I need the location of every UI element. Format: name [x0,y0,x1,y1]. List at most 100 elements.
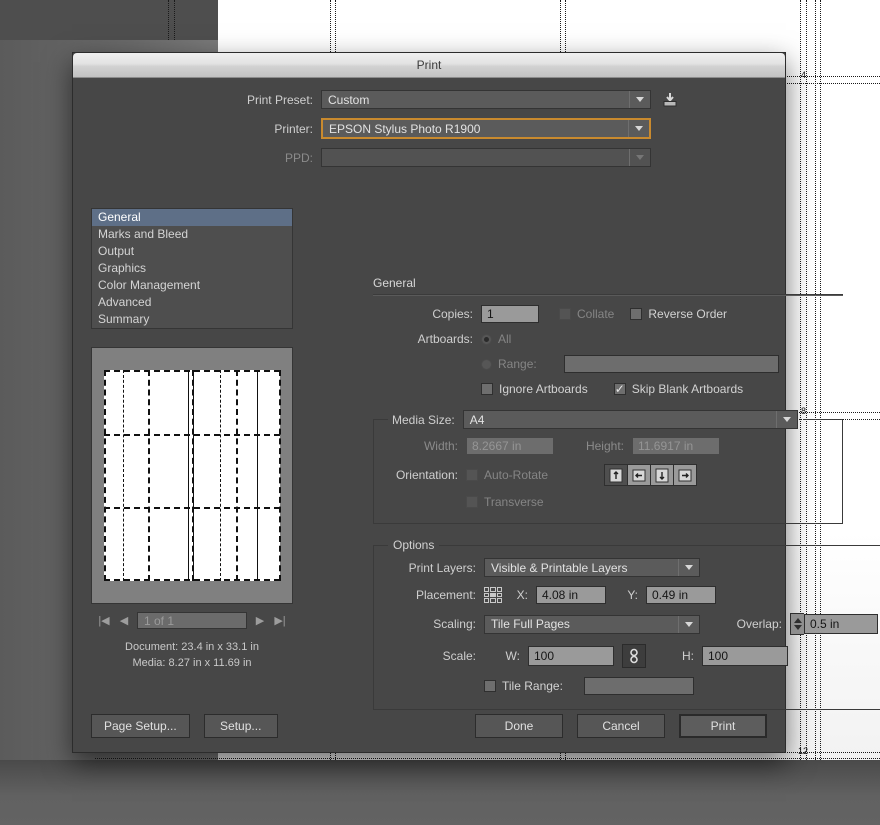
canvas-top-panel [0,0,218,40]
media-width-label: Width: [423,439,458,453]
printer-settings-area: Print Preset: Custom Printer: EPSON Styl… [73,78,785,167]
prev-page-icon[interactable]: ◀ [117,614,131,627]
overlap-label: Overlap: [736,617,782,631]
print-preview[interactable] [91,347,293,604]
scale-label: Scale: [442,649,476,663]
ignore-artboards-label: Ignore Artboards [499,382,588,396]
auto-rotate-checkbox [466,469,478,481]
media-size-value: A4 [469,412,485,427]
print-dialog: Print Print Preset: Custom Printer: EPSO… [72,52,880,753]
last-page-icon[interactable]: ▶| [273,614,287,627]
landscape-right-icon[interactable] [674,465,697,485]
canvas-bottom-shade [0,760,880,825]
scale-h-input[interactable]: 100 [702,646,788,666]
reverse-order-checkbox[interactable] [630,308,643,320]
print-preset-select[interactable]: Custom [321,90,651,109]
copies-label: Copies: [432,307,473,321]
print-preset-label: Print Preset: [246,92,313,107]
page-number-field[interactable]: 1 of 1 [137,612,247,629]
link-chain-icon[interactable] [622,644,646,668]
auto-rotate-label: Auto-Rotate [484,468,549,482]
tile-guide-v [168,0,169,40]
artboards-all-radio [481,333,492,345]
transverse-checkbox [466,496,478,508]
collate-label: Collate [577,307,615,321]
scale-w-input[interactable]: 100 [528,646,614,666]
page-setup-button[interactable]: Page Setup... [91,714,190,738]
first-page-icon[interactable]: |◀ [97,614,111,627]
skip-blank-artboards-checkbox[interactable]: ✓ [613,383,626,395]
artboards-range-label: Range: [498,357,537,371]
portrait-down-icon[interactable] [651,465,675,485]
placement-y-input[interactable]: 0.49 in [646,586,716,604]
copies-input[interactable]: 1 [481,305,539,323]
panel-title: General [373,276,416,290]
transverse-row: Transverse [388,495,828,509]
artboards-all-label: All [498,332,512,346]
sidebar-item-graphics[interactable]: Graphics [92,260,292,277]
dialog-title: Print [416,58,442,72]
preview-page [104,370,281,581]
tile-range-row: Tile Range: [388,677,878,695]
sidebar-item-summary[interactable]: Summary [92,311,292,328]
scale-h-label: H: [682,649,694,663]
overlap-stepper[interactable] [790,613,804,635]
sidebar-item-output[interactable]: Output [92,243,292,260]
sidebar-item-marks-and-bleed[interactable]: Marks and Bleed [92,226,292,243]
copies-row: Copies: 1 Collate Reverse Order [373,305,843,323]
artboards-range-row: Range: [373,355,843,373]
scaling-value: Tile Full Pages [491,617,570,631]
media-width-input: 8.2667 in [466,437,554,455]
preview-page-nav: |◀ ◀ 1 of 1 ▶ ▶| [91,612,293,629]
artboards-range-radio [481,358,492,370]
placement-y-label: Y: [627,588,638,602]
media-size-select[interactable]: A4 [462,410,798,429]
printer-label: Printer: [274,121,313,136]
placement-row: Placement: X: 4.08 in Y: 0.49 in [388,586,878,604]
ppd-row: PPD: [73,148,785,167]
printer-select[interactable]: EPSON Stylus Photo R1900 [321,118,651,139]
sidebar-item-general[interactable]: General [92,209,292,226]
left-column: General Marks and Bleed Output Graphics … [91,208,293,671]
next-page-icon[interactable]: ▶ [253,614,267,627]
print-layers-row: Print Layers: Visible & Printable Layers [388,558,878,577]
media-size-legend: Media Size: A4 [388,410,803,429]
setup-button[interactable]: Setup... [203,714,278,738]
print-layers-select[interactable]: Visible & Printable Layers [484,558,700,577]
options-legend: Options [393,538,435,552]
dialog-body: Print Preset: Custom Printer: EPSON Styl… [73,78,880,752]
sidebar-item-advanced[interactable]: Advanced [92,294,292,311]
options-group: Options Print Layers: Visible & Printabl… [373,538,880,710]
print-button[interactable]: Print [679,714,767,738]
placement-proxy-icon[interactable] [484,587,502,603]
media-height-input: 11.6917 in [632,437,720,455]
skip-blank-artboards-label: Skip Blank Artboards [631,382,744,396]
done-button[interactable]: Done [475,714,563,738]
tile-range-checkbox[interactable] [484,680,496,692]
transverse-label: Transverse [484,495,544,509]
media-size-text: Media: 8.27 in x 11.69 in [132,657,252,669]
artboards-range-input [564,355,779,373]
print-preset-row: Print Preset: Custom [73,90,785,109]
dialog-titlebar: Print [73,53,785,78]
settings-nav-list: General Marks and Bleed Output Graphics … [91,208,293,329]
sidebar-item-color-management[interactable]: Color Management [92,277,292,294]
chevron-down-icon [628,120,649,137]
printer-row: Printer: EPSON Stylus Photo R1900 [73,118,785,139]
chevron-down-icon [678,559,699,576]
collate-checkbox [559,308,571,320]
scaling-select[interactable]: Tile Full Pages [484,614,700,634]
artboards-label: Artboards: [417,332,473,346]
tile-guide-number: 12 [798,746,809,756]
portrait-up-icon[interactable] [605,465,629,485]
scaling-label: Scaling: [433,617,476,631]
cancel-button[interactable]: Cancel [577,714,665,738]
placement-x-input[interactable]: 4.08 in [536,586,606,604]
ignore-artboards-checkbox[interactable] [481,383,493,395]
landscape-left-icon[interactable] [628,465,652,485]
media-dimensions-row: Width: 8.2667 in Height: 11.6917 in [388,437,828,455]
media-height-label: Height: [585,439,624,453]
overlap-input[interactable]: 0.5 in [804,614,878,634]
save-preset-icon[interactable] [661,91,679,109]
tile-range-label: Tile Range: [502,679,563,693]
